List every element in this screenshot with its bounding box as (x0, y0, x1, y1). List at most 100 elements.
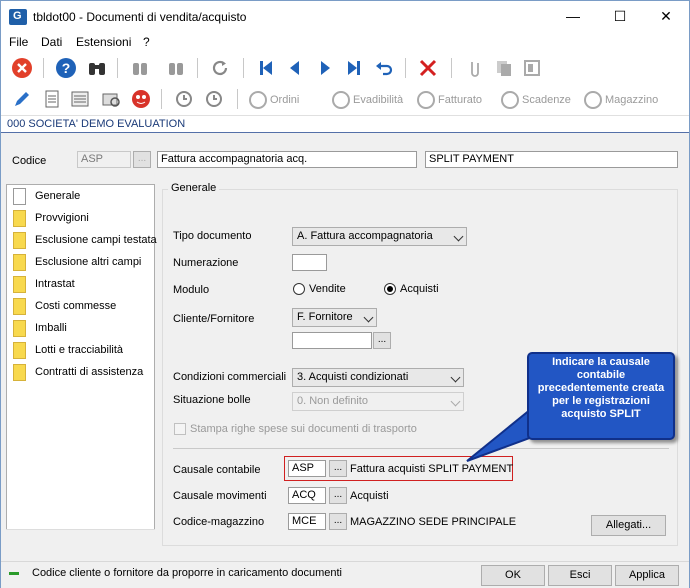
paste-icon[interactable] (521, 57, 543, 79)
numerazione-label: Numerazione (173, 257, 239, 269)
list-item-esclusione-altri-campi[interactable]: Esclusione altri campi (13, 252, 155, 272)
stampa-righe-label: Stampa righe spese sui documenti di tras… (190, 423, 417, 435)
applica-button[interactable]: Applica (615, 565, 679, 586)
group-title: Generale (168, 182, 220, 194)
list-item-imballi[interactable]: Imballi (13, 318, 155, 338)
scadenze-button[interactable]: Scadenze (501, 89, 571, 111)
codice-magazzino-field[interactable]: MCE (288, 513, 326, 530)
folder-icon (13, 297, 26, 315)
delete-icon[interactable] (417, 57, 439, 79)
stampa-righe-checkbox[interactable] (174, 423, 186, 435)
codice-magazzino-description: MAGAZZINO SEDE PRINCIPALE (350, 516, 517, 528)
numerazione-field[interactable] (292, 254, 327, 271)
last-record-icon[interactable] (343, 57, 365, 79)
search-binoculars-icon[interactable] (86, 57, 108, 79)
edit-pencil-icon[interactable] (11, 88, 33, 110)
codice-field[interactable]: ASP (77, 151, 131, 168)
exit-icon[interactable] (11, 57, 33, 79)
folder-icon (13, 319, 26, 337)
history-icon[interactable] (173, 88, 195, 110)
section-list: Generale Provvigioni Esclusione campi te… (6, 184, 157, 546)
next-record-icon[interactable] (314, 57, 336, 79)
magazzino-button[interactable]: Magazzino (584, 89, 658, 111)
causale-movimenti-label: Causale movimenti (173, 490, 267, 502)
condizioni-label: Condizioni commerciali (173, 371, 287, 383)
list-item-costi-commesse[interactable]: Costi commesse (13, 296, 155, 316)
menu-help[interactable]: ? (143, 35, 150, 49)
causale-contabile-field[interactable]: ASP (288, 460, 326, 477)
horizontal-scrollbar[interactable] (6, 529, 155, 546)
find-first-icon[interactable] (129, 57, 151, 79)
folder-icon (13, 253, 26, 271)
application-window: G tbldot00 - Documenti di vendita/acquis… (0, 0, 690, 588)
codice-label: Codice (12, 155, 47, 167)
descrizione2-field[interactable]: SPLIT PAYMENT (425, 151, 678, 168)
menu-dati[interactable]: Dati (41, 35, 62, 49)
esci-button[interactable]: Esci (548, 565, 612, 586)
causale-contabile-lookup-button[interactable]: ... (329, 460, 347, 477)
causale-movimenti-lookup-button[interactable]: ... (329, 487, 347, 504)
list-item-provvigioni[interactable]: Provvigioni (13, 208, 155, 228)
tipo-documento-select[interactable]: A. Fattura accompagnatoria (292, 227, 467, 246)
ok-button[interactable]: OK (481, 565, 545, 586)
causale-contabile-label: Causale contabile (173, 464, 261, 476)
modulo-label: Modulo (173, 284, 210, 296)
document-icon[interactable] (41, 88, 63, 110)
cliente-fornitore-lookup-button[interactable]: ... (373, 332, 391, 349)
list-item-intrastat[interactable]: Intrastat (13, 274, 155, 294)
menu-file[interactable]: File (9, 35, 28, 49)
condizioni-select[interactable]: 3. Acquisti condizionati (292, 368, 464, 387)
cliente-fornitore-code-field[interactable] (292, 332, 372, 349)
history-back-icon[interactable] (203, 88, 225, 110)
menu-bar: File Dati Estensioni ? (1, 32, 689, 52)
status-text: Codice cliente o fornitore da proporre i… (32, 567, 342, 579)
page-icon (13, 187, 26, 205)
situazione-bolle-select[interactable]: 0. Non definito (292, 392, 464, 411)
annotation-callout: Indicare la causale contabile precedente… (527, 352, 675, 440)
face-icon[interactable] (130, 88, 152, 110)
close-window-button[interactable]: ✕ (643, 1, 689, 32)
causale-movimenti-field[interactable]: ACQ (288, 487, 326, 504)
evadibilita-icon (332, 91, 350, 109)
find-next-icon[interactable] (165, 57, 187, 79)
first-record-icon[interactable] (255, 57, 277, 79)
refresh-icon[interactable] (209, 57, 231, 79)
tipo-documento-label: Tipo documento (173, 230, 252, 242)
title-bar: G tbldot00 - Documenti di vendita/acquis… (1, 1, 689, 32)
vendite-radio[interactable] (293, 283, 305, 295)
list-item-generale[interactable]: Generale (13, 186, 155, 206)
cliente-fornitore-select[interactable]: F. Fornitore (292, 308, 377, 327)
codice-magazzino-lookup-button[interactable]: ... (329, 513, 347, 530)
folder-icon (13, 209, 26, 227)
minimize-button[interactable]: — (550, 1, 596, 32)
acquisti-radio[interactable] (384, 283, 396, 295)
ordini-button[interactable]: Ordini (249, 89, 299, 111)
cliente-fornitore-label: Cliente/Fornitore (173, 313, 255, 325)
list-item-esclusione-campi-testata[interactable]: Esclusione campi testata (13, 230, 157, 250)
allegati-button[interactable]: Allegati... (591, 515, 666, 536)
print-preview-icon[interactable] (100, 88, 122, 110)
chevron-down-icon (453, 231, 464, 242)
maximize-button[interactable]: ☐ (597, 1, 643, 32)
attachment-icon[interactable] (463, 57, 485, 79)
menu-estensioni[interactable]: Estensioni (76, 35, 131, 49)
codice-lookup-button[interactable]: ... (133, 151, 151, 168)
causale-movimenti-description: Acquisti (350, 490, 389, 502)
status-bar: Codice cliente o fornitore da proporre i… (1, 561, 689, 588)
previous-record-icon[interactable] (284, 57, 306, 79)
company-bar: 000 SOCIETA' DEMO EVALUATION (1, 116, 689, 133)
main-toolbar: ? (1, 52, 689, 85)
help-icon[interactable]: ? (55, 57, 77, 79)
list-item-contratti-assistenza[interactable]: Contratti di assistenza (13, 362, 155, 382)
undo-icon[interactable] (373, 57, 395, 79)
list-icon[interactable] (69, 88, 91, 110)
vendite-label: Vendite (309, 283, 346, 295)
descrizione-field[interactable]: Fattura accompagnatoria acq. (157, 151, 417, 168)
fatturato-button[interactable]: Fatturato (417, 89, 482, 111)
evadibilita-button[interactable]: Evadibilità (332, 89, 403, 111)
acquisti-label: Acquisti (400, 283, 439, 295)
copy-icon[interactable] (493, 57, 515, 79)
folder-icon (13, 275, 26, 293)
list-item-lotti-tracciabilita[interactable]: Lotti e tracciabilità (13, 340, 155, 360)
ordini-icon (249, 91, 267, 109)
